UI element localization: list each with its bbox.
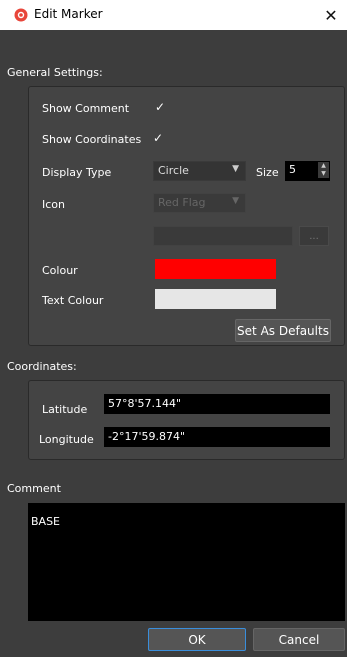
window-title: Edit Marker (34, 7, 103, 21)
colour-swatch[interactable] (155, 259, 276, 279)
set-as-defaults-button[interactable]: Set As Defaults (235, 319, 331, 342)
close-button[interactable]: ✕ (315, 0, 347, 30)
longitude-label: Longitude (39, 433, 94, 446)
icon-path-field[interactable] (153, 226, 293, 246)
comment-heading: Comment (7, 482, 61, 495)
cancel-button[interactable]: Cancel (253, 628, 345, 651)
comment-textarea[interactable]: BASE (28, 503, 345, 621)
display-type-label: Display Type (42, 166, 112, 179)
latitude-input[interactable]: 57°8'57.144" (104, 394, 330, 414)
chevron-up-icon: ▲ (321, 162, 326, 169)
display-type-select[interactable]: Circle ▼ (153, 161, 246, 181)
chevron-down-icon: ▼ (232, 164, 239, 174)
size-spinbox[interactable]: 5 ▲ ▼ (285, 161, 330, 181)
colour-label: Colour (42, 264, 78, 277)
chevron-down-icon: ▼ (321, 170, 326, 177)
icon-select[interactable]: Red Flag ▼ (153, 193, 246, 213)
show-coordinates-checkbox[interactable]: ✓ (153, 131, 163, 145)
display-type-value: Circle (158, 164, 189, 177)
chevron-down-icon: ▼ (232, 196, 239, 206)
latitude-label: Latitude (42, 403, 88, 416)
coordinates-panel (28, 380, 345, 460)
spin-arrows[interactable]: ▲ ▼ (318, 162, 329, 178)
longitude-input[interactable]: -2°17'59.874" (104, 427, 330, 447)
show-coordinates-label: Show Coordinates (42, 133, 142, 146)
title-bar: Edit Marker ✕ (0, 0, 347, 30)
show-comment-label: Show Comment (42, 102, 130, 115)
general-settings-heading: General Settings: (7, 66, 103, 79)
edit-marker-dialog: Edit Marker ✕ General Settings: Show Com… (0, 0, 347, 657)
browse-button[interactable]: ... (299, 226, 329, 246)
size-value: 5 (289, 163, 296, 176)
app-logo-icon (14, 8, 28, 22)
icon-label: Icon (42, 198, 65, 211)
text-colour-swatch[interactable] (155, 289, 276, 309)
show-comment-checkbox[interactable]: ✓ (155, 100, 165, 114)
size-label: Size (256, 166, 279, 179)
icon-value: Red Flag (158, 196, 206, 209)
coordinates-heading: Coordinates: (7, 360, 77, 373)
ok-button[interactable]: OK (148, 628, 246, 651)
close-icon: ✕ (324, 5, 338, 25)
text-colour-label: Text Colour (42, 294, 104, 307)
